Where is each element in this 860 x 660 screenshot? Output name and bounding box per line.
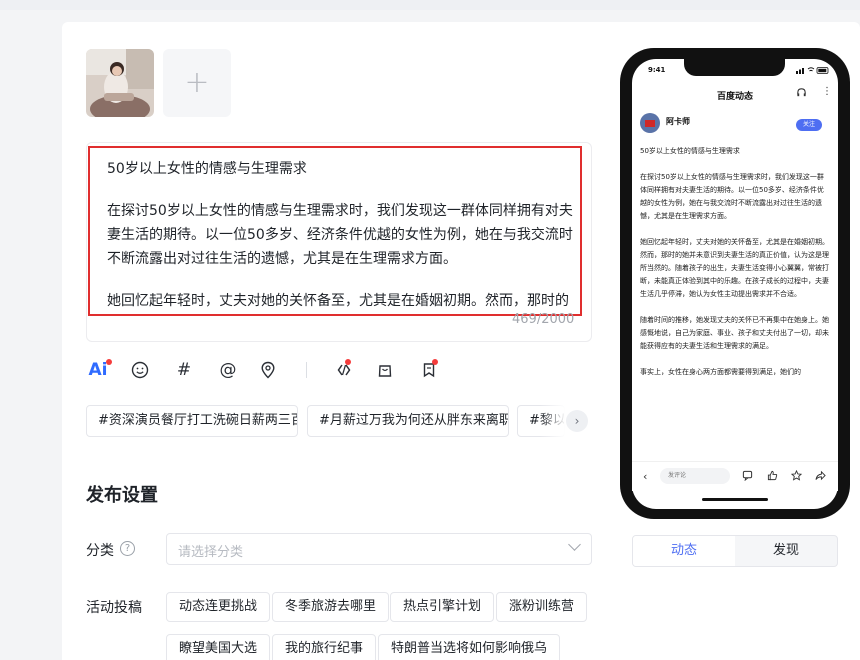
- status-icons: [796, 66, 830, 76]
- activity-chip[interactable]: 热点引擎计划: [390, 592, 495, 622]
- more-icon: ⋮: [822, 86, 832, 97]
- photo-image: [86, 49, 154, 117]
- editor-text[interactable]: 50岁以上女性的情感与生理需求 在探讨50岁以上女性的情感与生理需求时，我们发现…: [107, 157, 577, 312]
- headset-icon: [796, 87, 807, 101]
- category-label: 分类: [86, 543, 114, 559]
- phone-app-title: 百度动态: [717, 92, 754, 102]
- home-indicator: [702, 498, 768, 501]
- activity-chip[interactable]: 涨粉训练营: [496, 592, 588, 622]
- phone-post-body: 50岁以上女性的情感与生理需求 在探讨50岁以上女性的情感与生理需求时，我们发现…: [640, 145, 830, 455]
- editor-paragraph: 她回忆起年轻时，丈夫对她的关怀备至，尤其是在婚姻初期。然而，那时的: [107, 293, 569, 309]
- hashtag-scroll-right-button[interactable]: ›: [566, 410, 588, 432]
- hashtag-chip[interactable]: #资深演员餐厅打工洗碗日薪两三百: [86, 405, 298, 437]
- add-image-button[interactable]: +: [163, 49, 231, 117]
- phone-post-paragraph: 随着时间的推移，她发现丈夫的关怀已不再集中在她身上。她感慨地说，自己为家庭、事业…: [640, 316, 829, 350]
- phone-post-paragraph: 事实上，女性在身心两方面都需要得到满足，她们的: [640, 368, 801, 376]
- notification-dot: [106, 359, 112, 365]
- share-icon: [815, 470, 826, 484]
- activity-chip[interactable]: 动态连更挑战: [166, 592, 271, 622]
- editor-toolbar: Ai # @: [86, 358, 446, 384]
- preview-tabs: 动态 发现: [632, 535, 838, 567]
- shopping-bag-icon: [378, 365, 392, 377]
- emoji-button[interactable]: [128, 358, 152, 382]
- tab-dynamic[interactable]: 动态: [633, 536, 735, 566]
- status-time: 9:41: [648, 66, 666, 74]
- hashtag-fade: [540, 404, 566, 438]
- plus-icon: +: [184, 65, 210, 100]
- like-icon: [767, 470, 778, 484]
- notification-dot: [432, 359, 438, 365]
- char-count: 469/2000: [512, 312, 575, 327]
- ai-label: Ai: [88, 360, 108, 380]
- activity-chip[interactable]: 瞭望美国大选: [166, 634, 271, 660]
- phone-comment-input: 发评论: [660, 468, 730, 484]
- location-button[interactable]: [256, 358, 280, 382]
- editor-title-line: 50岁以上女性的情感与生理需求: [107, 161, 307, 177]
- activity-label: 活动投稿: [86, 600, 142, 616]
- mention-button[interactable]: @: [216, 358, 240, 382]
- author-avatar: [640, 113, 660, 133]
- chevron-down-icon: [568, 538, 581, 551]
- tab-discover[interactable]: 发现: [735, 536, 837, 566]
- star-icon: [790, 469, 803, 484]
- author-name: 阿卡师: [666, 117, 690, 126]
- emoji-icon: [131, 361, 149, 379]
- top-strip: [0, 0, 860, 10]
- publish-settings-title: 发布设置: [86, 485, 158, 506]
- phone-post-title: 50岁以上女性的情感与生理需求: [640, 147, 740, 155]
- phone-post-paragraph: 她回忆起年轻时，丈夫对她的关怀备至，尤其是在婚姻初期。然而，那时的她并未意识到夫…: [640, 238, 829, 298]
- chevron-right-icon: ›: [574, 414, 580, 428]
- category-placeholder: 请选择分类: [178, 545, 244, 560]
- category-select[interactable]: 请选择分类: [166, 533, 592, 565]
- link-button[interactable]: [332, 358, 356, 382]
- toolbar-divider: [306, 362, 307, 378]
- phone-notch: [684, 58, 785, 76]
- shop-button[interactable]: [373, 358, 397, 382]
- location-pin-icon: [261, 361, 275, 379]
- editor-paragraph: 在探讨50岁以上女性的情感与生理需求时，我们发现这一群体同样拥有对夫妻生活的期待…: [107, 203, 573, 267]
- hashtag-button[interactable]: #: [172, 358, 196, 382]
- activity-chip[interactable]: 我的旅行纪事: [272, 634, 377, 660]
- hashtag-icon: #: [176, 360, 192, 380]
- back-icon: ‹: [643, 470, 648, 483]
- cover-image-thumbnail[interactable]: [86, 49, 154, 117]
- help-icon[interactable]: ?: [120, 541, 135, 556]
- notification-dot: [345, 359, 351, 365]
- activity-chip[interactable]: 特朗普当选将如何影响俄乌: [378, 634, 561, 660]
- signal-battery-icon: [796, 67, 829, 74]
- activity-chip[interactable]: 冬季旅游去哪里: [272, 592, 390, 622]
- follow-button: 关注: [796, 119, 822, 131]
- phone-post-paragraph: 在探讨50岁以上女性的情感与生理需求时，我们发现这一群体同样拥有对夫妻生活的期待…: [640, 173, 824, 220]
- at-icon: @: [219, 360, 237, 380]
- comment-icon: [742, 470, 753, 484]
- hashtag-chip[interactable]: #月薪过万我为何还从胖东来离职: [307, 405, 509, 437]
